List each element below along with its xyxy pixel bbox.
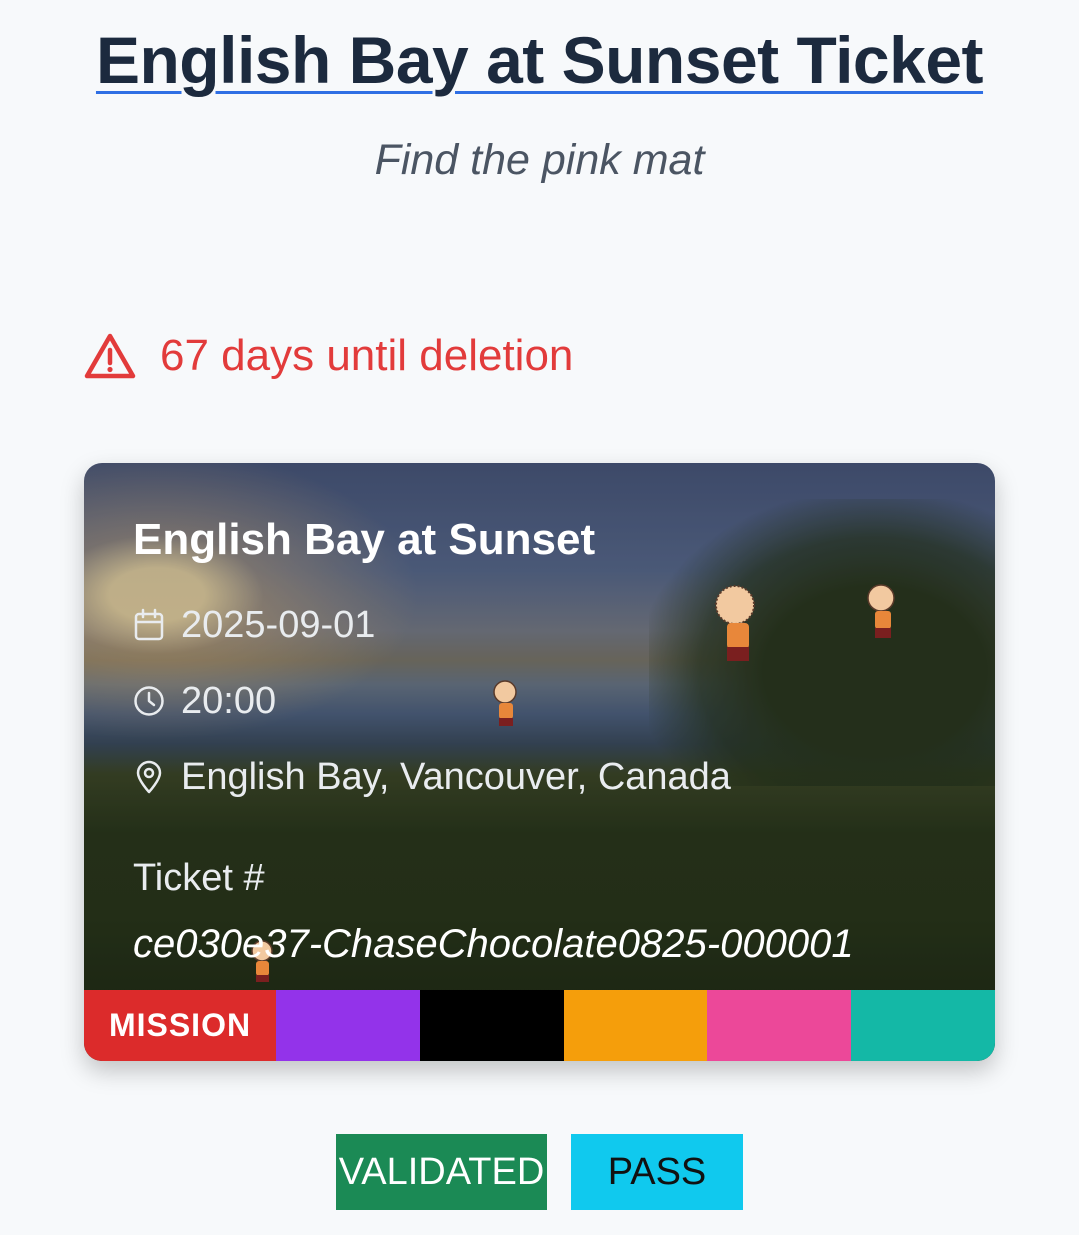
ticket-number-label: Ticket #: [133, 857, 265, 899]
pass-badge: PASS: [571, 1134, 743, 1210]
validated-badge: VALIDATED: [336, 1134, 547, 1210]
deletion-warning: 67 days until deletion: [84, 326, 573, 386]
color-swatch: [851, 990, 995, 1061]
event-location-row: English Bay, Vancouver, Canada: [133, 739, 955, 815]
ticket-details: English Bay at Sunset 2025-09-01 20:00 E: [133, 515, 955, 967]
calendar-icon: [134, 608, 164, 641]
status-badges: VALIDATED PASS: [0, 1134, 1079, 1210]
mission-color-bar: MISSION: [84, 990, 995, 1061]
event-date: 2025-09-01: [181, 603, 376, 646]
event-date-row: 2025-09-01: [133, 587, 955, 663]
deletion-warning-text: 67 days until deletion: [160, 331, 574, 380]
warning-triangle-icon: [84, 333, 136, 379]
event-time-row: 20:00: [133, 663, 955, 739]
color-swatch: [563, 990, 708, 1061]
clock-icon: [134, 686, 164, 716]
page-title[interactable]: English Bay at Sunset Ticket: [96, 23, 984, 97]
ticket-number: ce030e37-ChaseChocolate0825-000001: [133, 922, 854, 966]
event-title: English Bay at Sunset: [133, 515, 596, 564]
location-pin-icon: [136, 760, 162, 794]
color-swatch: [419, 990, 564, 1061]
event-time: 20:00: [181, 679, 277, 722]
mission-label: MISSION: [84, 990, 276, 1061]
ticket-card[interactable]: English Bay at Sunset 2025-09-01 20:00 E: [84, 463, 995, 1061]
event-location: English Bay, Vancouver, Canada: [181, 755, 731, 798]
color-swatch: [276, 990, 420, 1061]
color-swatch: [707, 990, 852, 1061]
page-subtitle: Find the pink mat: [374, 136, 705, 184]
page-title-wrap: English Bay at Sunset Ticket: [0, 22, 1079, 98]
